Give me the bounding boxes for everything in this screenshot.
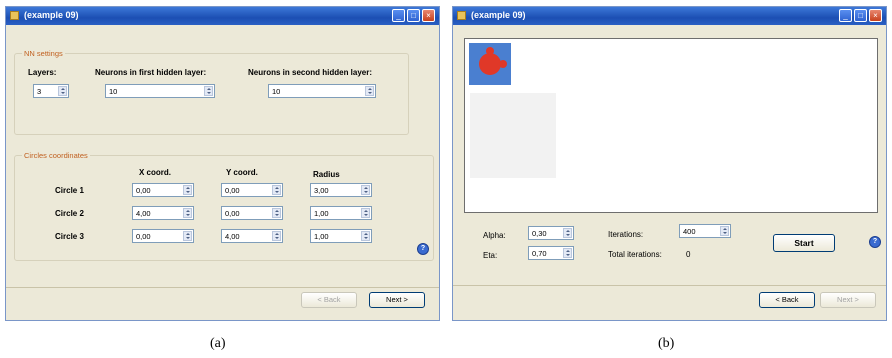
iterations-spinner[interactable]: 400	[679, 224, 731, 238]
total-iterations-label: Total iterations:	[608, 250, 662, 259]
eta-label: Eta:	[483, 251, 498, 260]
spinner-arrows-icon[interactable]	[183, 208, 192, 218]
spinner-value: 4,00	[225, 232, 240, 241]
circle2-y-spinner[interactable]: 0,00	[221, 206, 283, 220]
spinner-value: 10	[109, 87, 118, 96]
spinner-value: 10	[272, 87, 281, 96]
spinner-arrows-icon[interactable]	[272, 208, 281, 218]
spinner-arrows-icon[interactable]	[563, 248, 572, 258]
group-title: NN settings	[22, 49, 65, 58]
spinner-arrows-icon[interactable]	[361, 231, 370, 241]
circle-row-label: Circle 2	[55, 209, 84, 218]
minimize-icon[interactable]: _	[839, 9, 852, 22]
spinner-arrows-icon[interactable]	[272, 231, 281, 241]
next-button[interactable]: Next >	[369, 292, 425, 308]
spinner-value: 400	[683, 227, 696, 236]
divider	[6, 287, 439, 288]
spinner-arrows-icon[interactable]	[361, 208, 370, 218]
window-title: (example 09)	[24, 10, 79, 20]
spinner-arrows-icon[interactable]	[58, 86, 67, 96]
spinner-value: 0,70	[532, 249, 547, 258]
spinner-arrows-icon[interactable]	[361, 185, 370, 195]
y-coord-header: Y coord.	[226, 168, 258, 177]
help-icon[interactable]: ?	[417, 243, 429, 255]
next-button[interactable]: Next >	[820, 292, 876, 308]
window-title: (example 09)	[471, 10, 526, 20]
spinner-arrows-icon[interactable]	[365, 86, 374, 96]
iterations-label: Iterations:	[608, 230, 644, 239]
spinner-arrows-icon[interactable]	[272, 185, 281, 195]
circle-row-label: Circle 1	[55, 186, 84, 195]
maximize-icon[interactable]: □	[854, 9, 867, 22]
title-bar[interactable]: (example 09) _ □ ×	[453, 7, 886, 25]
caption-b: (b)	[658, 336, 675, 351]
circle1-radius-spinner[interactable]: 3,00	[310, 183, 372, 197]
x-coord-header: X coord.	[139, 168, 172, 177]
title-bar[interactable]: (example 09) _ □ ×	[6, 7, 439, 25]
circle-1-mark	[479, 53, 501, 75]
caption-a: (a)	[210, 336, 226, 351]
spinner-arrows-icon[interactable]	[183, 185, 192, 195]
circle2-radius-spinner[interactable]: 1,00	[310, 206, 372, 220]
alpha-spinner[interactable]: 0,30	[528, 226, 574, 240]
app-icon	[457, 11, 466, 20]
back-button[interactable]: < Back	[759, 292, 815, 308]
spinner-value: 3	[37, 87, 42, 96]
circle1-y-spinner[interactable]: 0,00	[221, 183, 283, 197]
close-icon[interactable]: ×	[869, 9, 882, 22]
circle3-x-spinner[interactable]: 0,00	[132, 229, 194, 243]
minimize-icon[interactable]: _	[392, 9, 405, 22]
layers-label: Layers:	[28, 68, 57, 77]
app-icon	[10, 11, 19, 20]
back-button[interactable]: < Back	[301, 292, 357, 308]
layers-spinner[interactable]: 3	[33, 84, 69, 98]
second-hidden-spinner[interactable]: 10	[268, 84, 376, 98]
circle-row-label: Circle 3	[55, 232, 84, 241]
circle-2-mark	[499, 60, 507, 68]
circle3-radius-spinner[interactable]: 1,00	[310, 229, 372, 243]
spinner-value: 0,30	[532, 229, 547, 238]
output-preview-area	[470, 93, 556, 178]
plot-canvas	[464, 38, 878, 213]
maximize-icon[interactable]: □	[407, 9, 420, 22]
circle-3-mark	[486, 47, 494, 55]
first-hidden-label: Neurons in first hidden layer:	[95, 68, 207, 77]
spinner-arrows-icon[interactable]	[204, 86, 213, 96]
total-iterations-value: 0	[686, 250, 691, 259]
spinner-value: 4,00	[136, 209, 151, 218]
training-window: (example 09) _ □ × Alpha: 0,30 Eta: 0,70…	[452, 6, 887, 321]
spinner-arrows-icon[interactable]	[183, 231, 192, 241]
first-hidden-spinner[interactable]: 10	[105, 84, 215, 98]
spinner-value: 3,00	[314, 186, 329, 195]
circle2-x-spinner[interactable]: 4,00	[132, 206, 194, 220]
spinner-value: 1,00	[314, 209, 329, 218]
alpha-label: Alpha:	[483, 231, 506, 240]
spinner-arrows-icon[interactable]	[720, 226, 729, 236]
circle1-x-spinner[interactable]: 0,00	[132, 183, 194, 197]
nn-settings-group: NN settings Layers: Neurons in first hid…	[14, 49, 409, 135]
circles-group: Circles coordinates X coord. Y coord. Ra…	[14, 151, 434, 261]
group-title: Circles coordinates	[22, 151, 90, 160]
spinner-value: 0,00	[136, 232, 151, 241]
eta-spinner[interactable]: 0,70	[528, 246, 574, 260]
spinner-value: 0,00	[225, 186, 240, 195]
second-hidden-label: Neurons in second hidden layer:	[248, 68, 373, 77]
help-icon[interactable]: ?	[869, 236, 881, 248]
spinner-value: 0,00	[136, 186, 151, 195]
spinner-value: 1,00	[314, 232, 329, 241]
settings-window: (example 09) _ □ × NN settings Layers: N…	[5, 6, 440, 321]
circles-plot	[469, 43, 511, 85]
spinner-arrows-icon[interactable]	[563, 228, 572, 238]
close-icon[interactable]: ×	[422, 9, 435, 22]
radius-header: Radius	[313, 170, 340, 179]
start-button[interactable]: Start	[773, 234, 835, 252]
circle3-y-spinner[interactable]: 4,00	[221, 229, 283, 243]
spinner-value: 0,00	[225, 209, 240, 218]
divider	[453, 285, 886, 286]
